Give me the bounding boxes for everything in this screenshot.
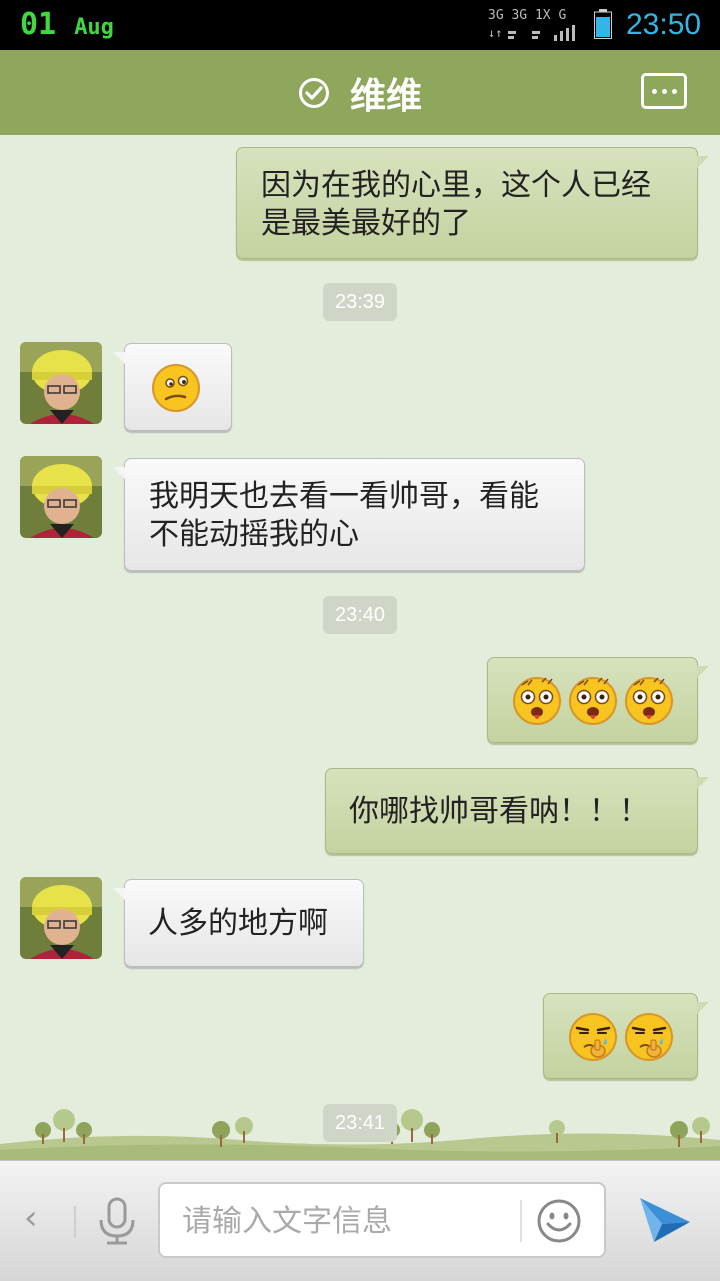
message-bubble-outgoing[interactable]: 因为在我的心里，这个人已经是最美最好的了 bbox=[236, 147, 709, 259]
avatar[interactable] bbox=[20, 877, 102, 959]
dot-icon bbox=[671, 88, 677, 94]
bubble-tail bbox=[697, 156, 709, 168]
contact-name: 维维 bbox=[349, 74, 422, 116]
battery-icon bbox=[594, 9, 612, 39]
network-type-label: 3G 3G 1X G bbox=[488, 8, 567, 23]
nose-picking-face-emoji-row bbox=[569, 1012, 674, 1062]
chat-menu-button[interactable] bbox=[641, 73, 687, 109]
network-indicators: 3G 3G 1X G ↓↑ bbox=[488, 8, 584, 42]
avatar-image bbox=[20, 456, 102, 538]
bubble-tail bbox=[113, 467, 125, 479]
dot-icon bbox=[651, 88, 657, 94]
signal-icon: ↓↑ bbox=[488, 25, 575, 41]
avatar[interactable] bbox=[20, 342, 102, 424]
message-bubble-incoming[interactable]: 我明天也去看一看帅哥，看能不能动摇我的心 bbox=[113, 458, 585, 571]
svg-text:↓↑: ↓↑ bbox=[488, 26, 502, 40]
chat-title: 维维 bbox=[0, 50, 720, 135]
bubble-tail bbox=[113, 352, 125, 364]
message-bubble-outgoing[interactable] bbox=[543, 993, 709, 1079]
drooling-face-emoji-row bbox=[513, 677, 673, 725]
avatar-image bbox=[20, 877, 102, 959]
message-bubble-incoming[interactable] bbox=[113, 343, 232, 431]
avatar-image bbox=[20, 342, 102, 424]
bubble-tail bbox=[113, 888, 125, 900]
message-text: 你哪找帅哥看呐！！！ bbox=[349, 794, 649, 829]
message-bubble-outgoing[interactable] bbox=[487, 657, 709, 743]
message-bubble-incoming[interactable]: 人多的地方啊 bbox=[113, 879, 364, 967]
bubble-tail bbox=[697, 777, 709, 789]
message-text: 我明天也去看一看帅哥，看能不能动摇我的心 bbox=[149, 479, 539, 552]
message-bubble-outgoing[interactable]: 你哪找帅哥看呐！！！ bbox=[325, 768, 709, 854]
chevron-left-icon[interactable]: ‹ bbox=[24, 1198, 38, 1238]
status-date: 01 Aug bbox=[20, 7, 114, 42]
timestamp: 23:39 bbox=[323, 283, 397, 321]
divider bbox=[520, 1200, 522, 1242]
timestamp: 23:40 bbox=[323, 596, 397, 634]
message-text: 人多的地方啊 bbox=[148, 906, 328, 941]
status-time: 23:50 bbox=[626, 8, 702, 41]
divider bbox=[74, 1206, 76, 1238]
message-text: 因为在我的心里，这个人已经是最美最好的了 bbox=[261, 168, 651, 241]
bubble-tail bbox=[697, 666, 709, 678]
check-circle-icon bbox=[298, 77, 329, 108]
send-icon[interactable] bbox=[636, 1192, 694, 1248]
thinking-face-emoji bbox=[152, 364, 200, 412]
message-input[interactable] bbox=[180, 1184, 514, 1258]
avatar[interactable] bbox=[20, 456, 102, 538]
bubble-tail bbox=[697, 1002, 709, 1014]
dot-icon bbox=[661, 88, 667, 94]
smiley-icon[interactable] bbox=[536, 1198, 582, 1244]
microphone-icon[interactable] bbox=[96, 1196, 138, 1246]
timestamp: 23:41 bbox=[323, 1104, 397, 1142]
